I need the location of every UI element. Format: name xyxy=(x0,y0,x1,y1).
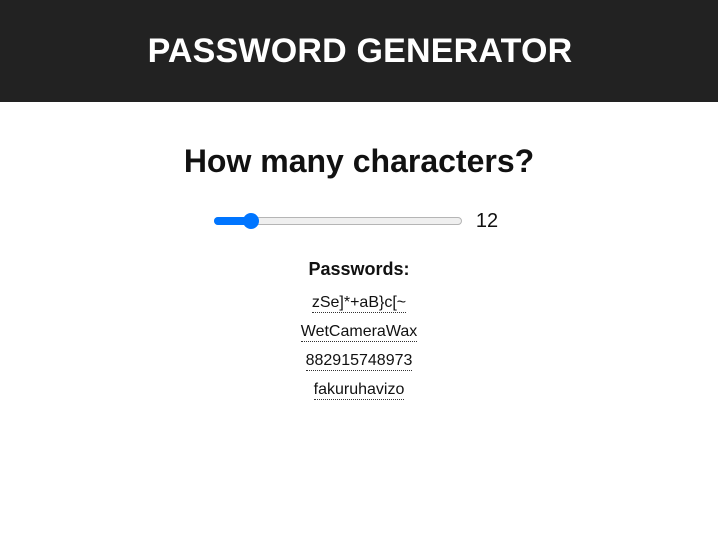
slider-thumb[interactable] xyxy=(242,213,259,229)
passwords-heading: Passwords: xyxy=(308,259,410,279)
main-content: How many characters? 12 Passwords: zSe]*… xyxy=(0,102,718,404)
length-slider[interactable] xyxy=(213,213,462,229)
password-item: zSe]*+aB}c[~ xyxy=(0,288,718,317)
password-3[interactable]: 882915748973 xyxy=(305,352,413,371)
password-item: fakuruhavizo xyxy=(0,375,718,404)
password-item: WetCameraWax xyxy=(0,317,718,346)
length-question: How many characters? xyxy=(183,143,535,179)
length-value: 12 xyxy=(475,210,499,232)
password-2[interactable]: WetCameraWax xyxy=(300,323,418,342)
password-item: 882915748973 xyxy=(0,346,718,375)
length-slider-row: 12 xyxy=(0,207,715,235)
app-header: PASSWORD GENERATOR xyxy=(0,0,718,102)
password-4[interactable]: fakuruhavizo xyxy=(313,381,405,400)
password-1[interactable]: zSe]*+aB}c[~ xyxy=(311,294,407,313)
app-title: PASSWORD GENERATOR xyxy=(147,31,573,70)
password-list: zSe]*+aB}c[~ WetCameraWax 882915748973 f… xyxy=(0,288,718,404)
